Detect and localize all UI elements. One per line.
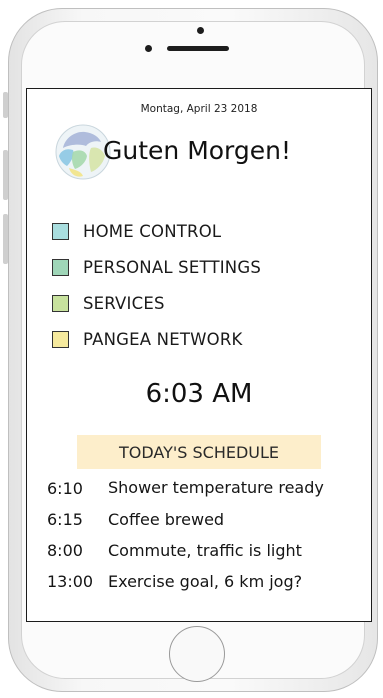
schedule-time: 6:10 xyxy=(47,479,83,498)
schedule-text: Shower temperature ready xyxy=(108,478,324,497)
schedule-row[interactable]: 6:15 Coffee brewed xyxy=(47,510,367,541)
clock-time: 6:03 AM xyxy=(145,379,253,409)
menu-item-personal-settings[interactable]: PERSONAL SETTINGS xyxy=(52,249,261,285)
menu-item-label: PERSONAL SETTINGS xyxy=(83,257,262,277)
front-camera xyxy=(197,27,204,34)
menu-item-pangea-network[interactable]: PANGEA NETWORK xyxy=(52,321,261,357)
main-menu: HOME CONTROL PERSONAL SETTINGS SERVICES … xyxy=(52,213,261,357)
greeting-title: Guten Morgen! xyxy=(103,136,292,165)
schedule-text: Exercise goal, 6 km jog? xyxy=(108,572,303,591)
proximity-sensor xyxy=(145,45,152,52)
menu-item-label: HOME CONTROL xyxy=(83,221,222,241)
schedule-header: TODAY'S SCHEDULE xyxy=(77,435,321,469)
schedule-row[interactable]: 13:00 Exercise goal, 6 km jog? xyxy=(47,572,367,603)
pangea-network-swatch-icon xyxy=(52,330,69,348)
earpiece-speaker xyxy=(167,46,229,51)
mute-switch xyxy=(3,92,8,118)
menu-item-label: SERVICES xyxy=(83,293,165,313)
home-control-swatch-icon xyxy=(52,222,69,240)
menu-item-home-control[interactable]: HOME CONTROL xyxy=(52,213,261,249)
schedule-row[interactable]: 6:10 Shower temperature ready xyxy=(47,478,367,510)
schedule-text: Commute, traffic is light xyxy=(108,541,302,560)
schedule-time: 8:00 xyxy=(47,541,83,560)
personal-settings-swatch-icon xyxy=(52,258,69,276)
schedule-text: Coffee brewed xyxy=(108,510,225,529)
menu-item-services[interactable]: SERVICES xyxy=(52,285,261,321)
volume-down-button xyxy=(3,214,8,264)
schedule-time: 6:15 xyxy=(47,510,83,529)
schedule-list: 6:10 Shower temperature ready 6:15 Coffe… xyxy=(47,478,367,603)
date-label: Montag, April 23 2018 xyxy=(140,103,258,115)
schedule-row[interactable]: 8:00 Commute, traffic is light xyxy=(47,541,367,572)
home-button[interactable] xyxy=(169,626,225,682)
menu-item-label: PANGEA NETWORK xyxy=(83,329,243,349)
services-swatch-icon xyxy=(52,294,69,312)
volume-up-button xyxy=(3,150,8,200)
schedule-time: 13:00 xyxy=(47,572,94,591)
app-screen: Montag, April 23 2018 Guten Morgen! HOME… xyxy=(26,88,372,622)
